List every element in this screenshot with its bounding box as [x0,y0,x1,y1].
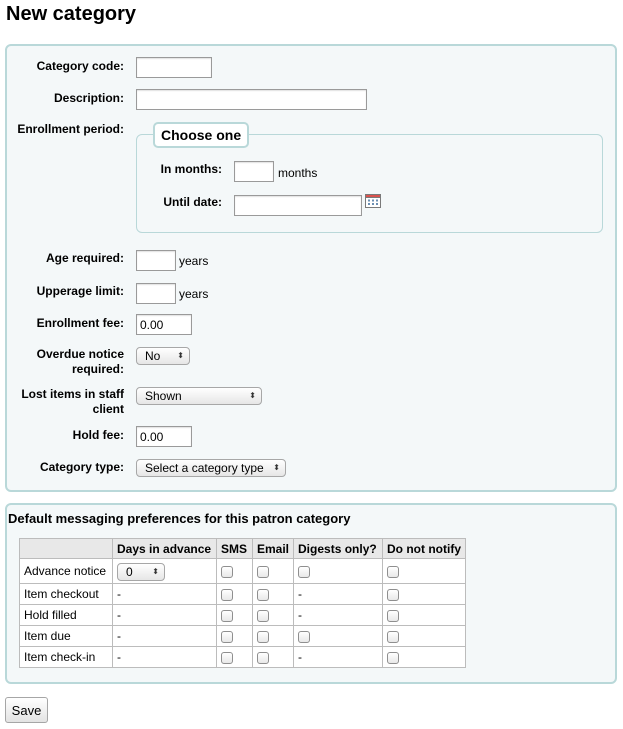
digests-only-value: - [293,604,384,626]
days-in-advance-select[interactable]: 0 ⬍ [117,563,165,581]
email-checkbox[interactable] [257,630,269,643]
lost-items-label-line2: client [92,402,124,416]
enrollment-fee-label: Enrollment fee: [36,316,124,330]
select-arrows-icon: ⬍ [273,463,280,472]
overdue-notice-label: Overdue notice required: [2,347,124,377]
age-required-input[interactable] [136,250,176,271]
digests-only-value: - [293,583,384,605]
until-date-label: Until date: [163,195,222,209]
days-in-advance-value: - [112,646,217,668]
table-row: Item checkout - - [19,583,466,605]
calendar-icon[interactable] [365,194,381,208]
do-not-notify-checkbox[interactable] [387,651,400,664]
column-header-do-not-notify: Do not notify [382,538,466,559]
lost-items-label-line1: Lost items in staff [21,387,124,401]
until-date-input[interactable] [234,195,362,216]
upperage-limit-label: Upperage limit: [36,284,124,298]
page-title: New category [6,3,137,25]
description-input[interactable] [136,89,367,110]
column-header-email: Email [251,538,295,559]
messaging-preferences-title: Default messaging preferences for this p… [8,511,351,526]
digests-only-checkbox[interactable] [298,565,311,578]
hold-fee-label: Hold fee: [72,428,124,442]
description-label: Description: [53,91,124,105]
table-row: Item check-in - - [19,646,466,668]
digests-only-checkbox[interactable] [298,630,311,643]
enrollment-fee-input[interactable] [136,314,192,335]
upperage-years-unit: years [179,287,209,301]
do-not-notify-checkbox[interactable] [387,609,400,622]
row-name: Hold filled [19,604,113,626]
in-months-label: In months: [160,162,222,176]
age-years-unit: years [179,254,209,268]
column-header-days: Days in advance [112,538,217,559]
email-checkbox[interactable] [257,651,269,664]
email-checkbox[interactable] [257,588,269,601]
sms-checkbox[interactable] [221,609,233,622]
messaging-preferences-table: Days in advance SMS Email Digests only? … [19,538,466,668]
days-in-advance-value: - [112,583,217,605]
days-in-advance-selected: 0 [126,565,133,579]
row-name: Item checkout [19,583,113,605]
row-name: Advance notice [19,558,113,584]
months-unit: months [278,166,318,180]
sms-checkbox[interactable] [221,565,233,578]
lost-items-label: Lost items in staff client [2,387,124,417]
hold-fee-input[interactable] [136,426,192,447]
lost-items-selected: Shown [145,389,182,403]
category-type-select[interactable]: Select a category type ⬍ [136,459,286,477]
category-form-panel [5,44,617,492]
lost-items-select[interactable]: Shown ⬍ [136,387,262,405]
overdue-notice-label-line1: Overdue notice [36,347,124,361]
category-code-label: Category code: [36,59,124,73]
overdue-notice-select[interactable]: No ⬍ [136,347,190,365]
overdue-notice-selected: No [145,349,161,363]
select-arrows-icon: ⬍ [152,567,159,576]
overdue-notice-label-line2: required: [71,362,124,376]
row-name: Item due [19,625,113,647]
column-header-sms: SMS [216,538,253,559]
table-row: Item due - [19,625,466,647]
do-not-notify-checkbox[interactable] [387,630,400,643]
email-checkbox[interactable] [257,565,269,578]
column-header-blank [19,538,113,559]
row-name: Item check-in [19,646,113,668]
do-not-notify-checkbox[interactable] [387,565,400,578]
select-arrows-icon: ⬍ [177,351,184,360]
upperage-limit-input[interactable] [136,283,176,304]
days-in-advance-value: - [112,604,217,626]
category-type-label: Category type: [39,460,124,474]
select-arrows-icon: ⬍ [249,391,256,400]
days-in-advance-value: - [112,625,217,647]
enrollment-period-label: Enrollment period: [17,122,124,136]
table-header-row: Days in advance SMS Email Digests only? … [19,538,466,559]
category-code-input[interactable] [136,57,212,78]
choose-one-legend: Choose one [153,122,250,148]
save-button[interactable]: Save [5,697,48,723]
enrollment-period-group [136,134,603,233]
digests-only-value: - [293,646,384,668]
sms-checkbox[interactable] [221,651,233,664]
sms-checkbox[interactable] [221,588,233,601]
email-checkbox[interactable] [257,609,269,622]
table-row: Hold filled - - [19,604,466,626]
do-not-notify-checkbox[interactable] [387,588,400,601]
column-header-digests: Digests only? [293,538,384,559]
table-row: Advance notice 0 ⬍ [19,558,466,584]
category-type-selected: Select a category type [145,461,264,475]
sms-checkbox[interactable] [221,630,233,643]
age-required-label: Age required: [45,251,124,265]
in-months-input[interactable] [234,161,274,182]
